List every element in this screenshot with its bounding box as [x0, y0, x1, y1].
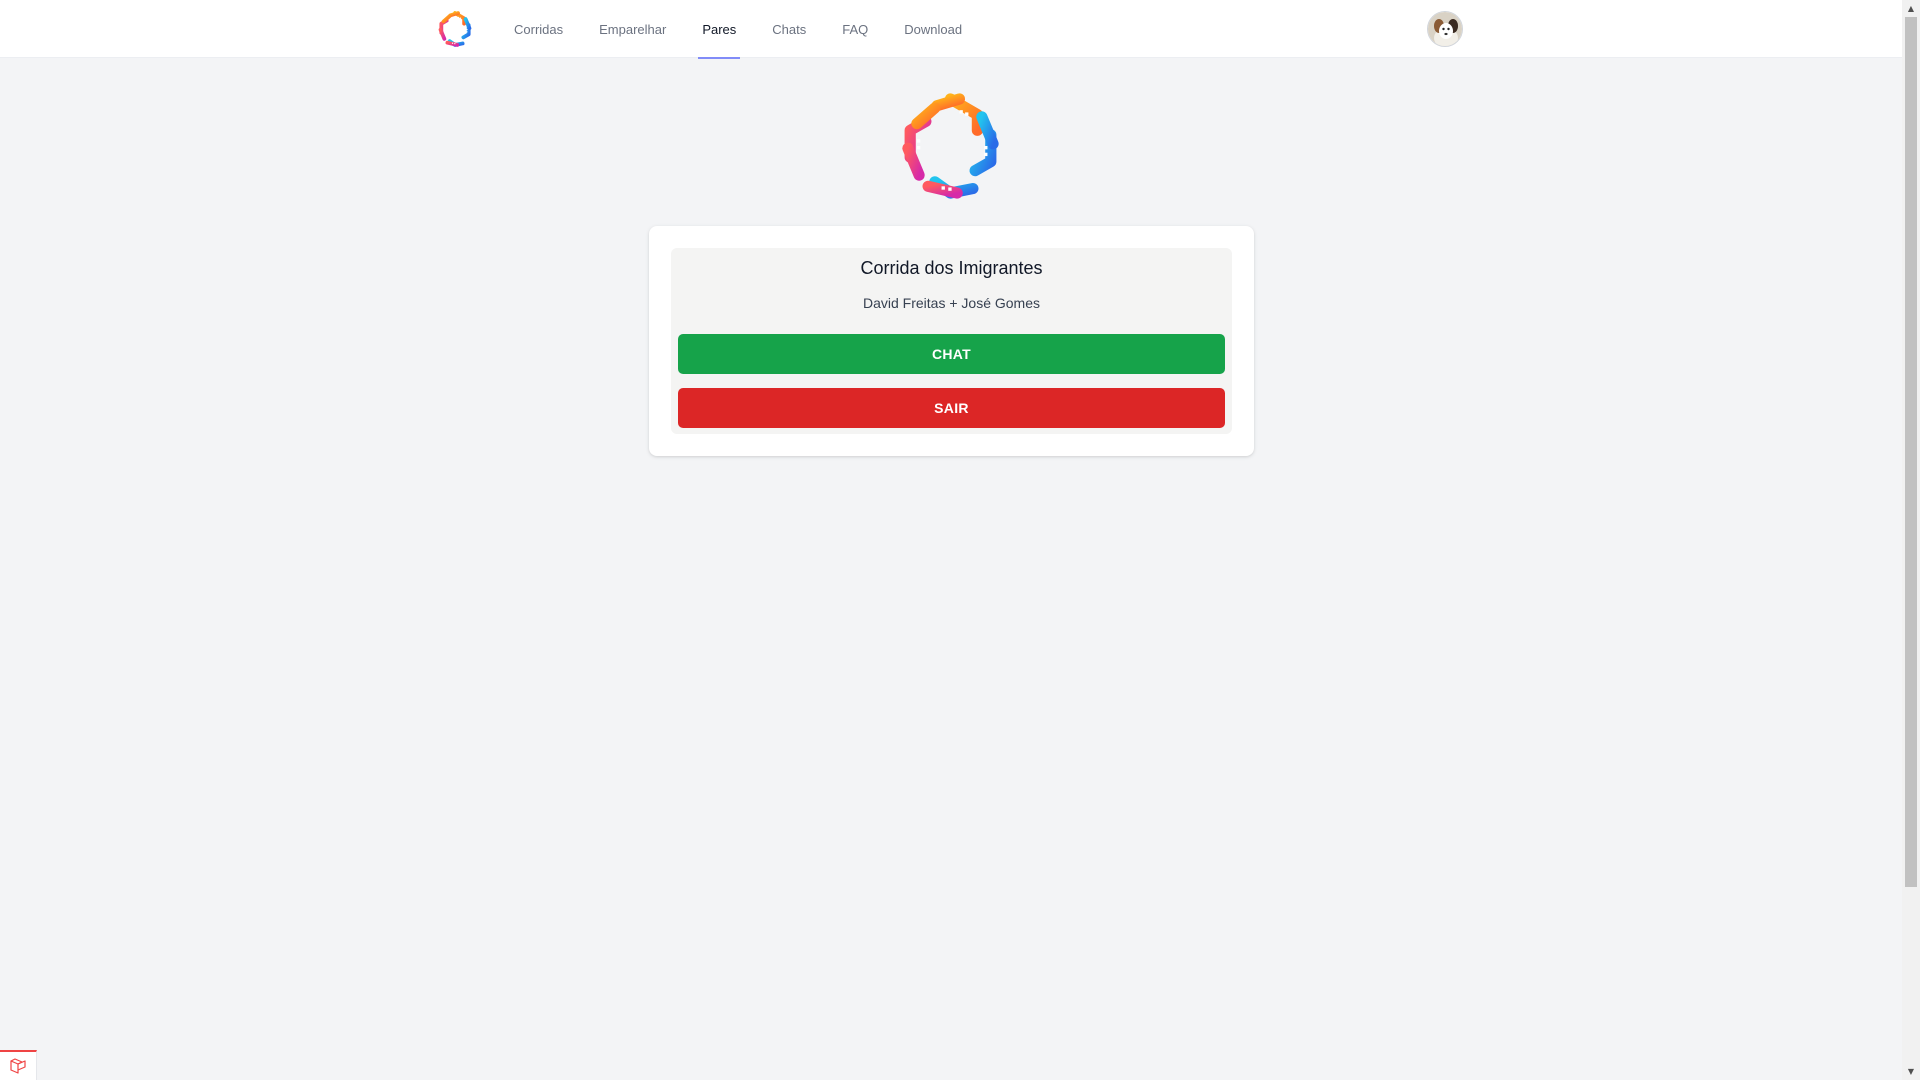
nav-link-faq[interactable]: FAQ [842, 0, 868, 58]
vertical-scrollbar[interactable]: ▲ ▼ [1902, 0, 1920, 1080]
app-logo-icon [893, 90, 1008, 202]
nav-link-download[interactable]: Download [904, 0, 962, 58]
app-logo-icon[interactable] [436, 10, 474, 48]
user-avatar[interactable] [1427, 11, 1463, 47]
scroll-up-arrow-icon[interactable]: ▲ [1902, 0, 1920, 17]
race-title: Corrida dos Imigrantes [860, 258, 1043, 278]
nav-link-chats[interactable]: Chats [772, 0, 806, 58]
scrollbar-thumb[interactable] [1905, 17, 1917, 887]
pair-item: Corrida dos Imigrantes David Freitas + J… [671, 248, 1232, 434]
scroll-down-arrow-icon[interactable]: ▼ [1902, 1063, 1920, 1080]
leave-button[interactable]: SAIR [678, 388, 1225, 428]
nav-links: Corridas Emparelhar Pares Chats FAQ Down… [514, 0, 998, 59]
nav-link-emparelhar[interactable]: Emparelhar [599, 0, 666, 58]
pairs-card: Corrida dos Imigrantes David Freitas + J… [649, 226, 1254, 456]
top-navigation: Corridas Emparelhar Pares Chats FAQ Down… [0, 0, 1902, 59]
pair-members: David Freitas + José Gomes [862, 295, 1040, 311]
chat-button[interactable]: CHAT [678, 334, 1225, 374]
nav-link-pares[interactable]: Pares [698, 0, 741, 59]
nav-link-corridas[interactable]: Corridas [514, 0, 563, 58]
laravel-debugbar-icon[interactable] [0, 1050, 37, 1080]
